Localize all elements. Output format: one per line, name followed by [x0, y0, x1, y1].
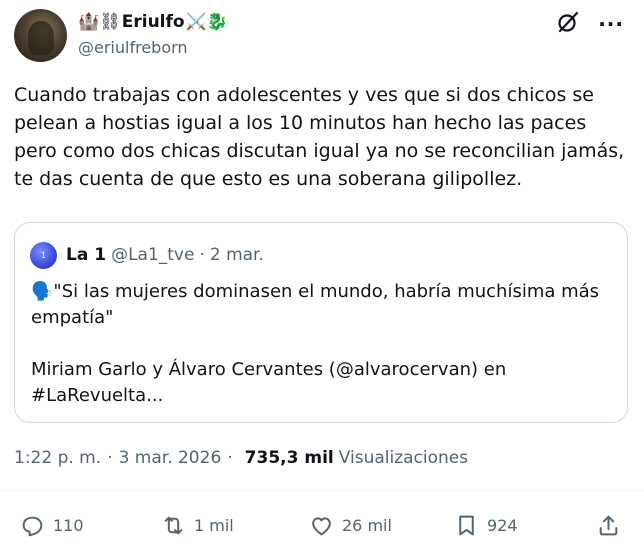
- bookmark-button[interactable]: 924: [454, 506, 518, 544]
- quote-text-line2: Miriam Garlo y Álvaro Cervantes (@alvaro…: [31, 359, 507, 406]
- quote-avatar: 1: [30, 241, 57, 269]
- repost-icon: [164, 516, 183, 534]
- views-count: 735,3 mil: [244, 448, 334, 468]
- reply-button[interactable]: 110: [20, 506, 84, 544]
- more-options-icon[interactable]: ···: [598, 12, 624, 36]
- heart-icon: [312, 516, 331, 535]
- grok-icon[interactable]: [556, 10, 580, 38]
- views-label: Visualizaciones: [338, 448, 469, 468]
- meta-separator: ·: [107, 448, 113, 468]
- action-bar: 110 1 mil 26 mil 924: [0, 506, 644, 546]
- tweet-meta: 1:22 p. m. · 3 mar. 2026 · 735,3 mil Vis…: [14, 448, 468, 468]
- repost-count: 1 mil: [194, 515, 234, 535]
- like-button[interactable]: 26 mil: [309, 506, 392, 544]
- reply-count: 110: [53, 515, 84, 535]
- meta-separator-2: ·: [227, 448, 233, 468]
- author-avatar[interactable]: [14, 9, 67, 62]
- author-name[interactable]: Eriulfo: [122, 12, 185, 32]
- quoted-tweet[interactable]: 1 La 1 @La1_tve · 2 mar. 🗣️"Si las mujer…: [14, 222, 628, 423]
- tweet-text: Cuando trabajas con adolescentes y ves q…: [14, 84, 625, 190]
- bookmark-count: 924: [487, 515, 518, 535]
- name-emoji-suffix: ⚔️🐉: [185, 12, 228, 32]
- author-name-row[interactable]: 🏰⛓ Eriulfo ⚔️🐉: [78, 10, 228, 34]
- quote-author-handle: @La1_tve: [111, 245, 195, 265]
- repost-button[interactable]: 1 mil: [161, 506, 234, 544]
- reply-icon: [22, 516, 43, 536]
- name-emoji-prefix: 🏰⛓: [78, 12, 121, 32]
- tweet-date[interactable]: 3 mar. 2026: [119, 448, 222, 468]
- quote-author-name: La 1: [66, 245, 107, 265]
- quote-date: 2 mar.: [209, 245, 264, 265]
- quote-text-line1: 🗣️"Si las mujeres dominasen el mundo, ha…: [31, 281, 600, 328]
- quote-dot: ·: [199, 245, 205, 265]
- tweet-time[interactable]: 1:22 p. m.: [14, 448, 101, 468]
- share-button[interactable]: [596, 506, 621, 544]
- share-icon: [599, 515, 618, 535]
- divider: [0, 490, 644, 491]
- author-handle[interactable]: @eriulfreborn: [78, 38, 188, 57]
- like-count: 26 mil: [342, 515, 392, 535]
- bookmark-icon: [459, 515, 474, 535]
